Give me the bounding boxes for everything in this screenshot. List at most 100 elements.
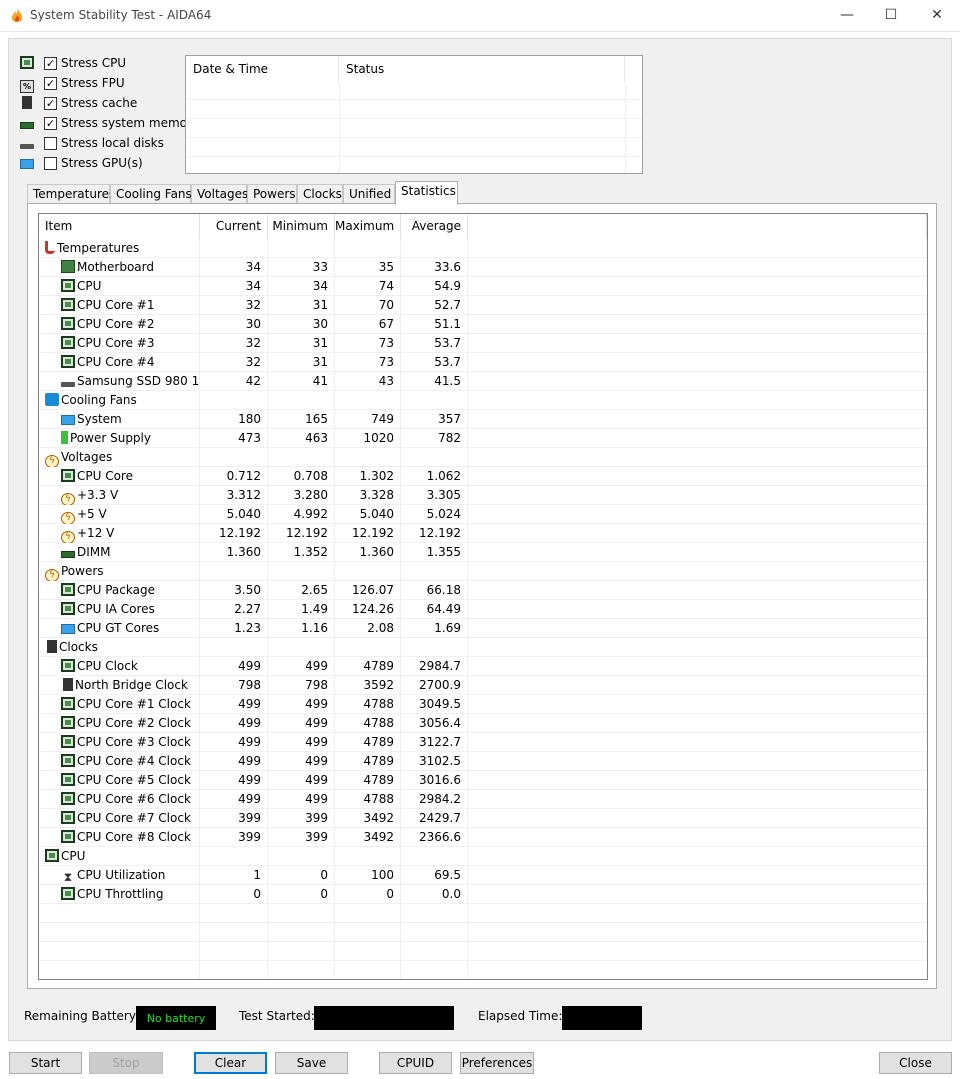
tab-cooling-fans[interactable]: Cooling Fans (110, 184, 192, 204)
table-row[interactable]: ϟ +12 V 12.192 12.192 12.192 12.192 (39, 524, 927, 543)
tab-powers[interactable]: Powers (247, 184, 297, 204)
save-button[interactable]: Save (275, 1052, 348, 1074)
maximum-cell: 35 (335, 258, 401, 277)
header-current[interactable]: Current (200, 214, 268, 239)
statistics-table[interactable]: Item Current Minimum Maximum Average Tem… (38, 213, 928, 980)
table-row[interactable]: DIMM 1.360 1.352 1.360 1.355 (39, 543, 927, 562)
tab-clocks[interactable]: Clocks (297, 184, 343, 204)
stress-checkbox[interactable] (44, 136, 57, 150)
start-button[interactable]: Start (9, 1052, 82, 1074)
item-name: CPU Throttling (77, 887, 164, 901)
table-row[interactable]: CPU GT Cores 1.23 1.16 2.08 1.69 (39, 619, 927, 638)
table-row[interactable]: CPU 34 34 74 54.9 (39, 277, 927, 296)
table-row[interactable]: ϟ +5 V 5.040 4.992 5.040 5.024 (39, 505, 927, 524)
stress-checkbox[interactable] (44, 156, 57, 170)
maximum-cell: 3592 (335, 676, 401, 695)
stress-checkbox[interactable]: ✓ (44, 116, 57, 130)
item-cell: Power Supply (39, 429, 200, 448)
group-row[interactable]: Clocks (39, 638, 927, 657)
stress-option-1[interactable]: % ✓ Stress FPU (20, 74, 125, 93)
average-cell: 1.69 (401, 619, 468, 638)
header-maximum[interactable]: Maximum (335, 214, 401, 239)
cpu-icon (61, 811, 77, 825)
group-row[interactable]: ϟ Powers (39, 562, 927, 581)
stress-option-3[interactable]: ✓ Stress system memory (20, 114, 199, 132)
close-button[interactable]: Close (879, 1052, 952, 1074)
maximum-cell: 43 (335, 372, 401, 391)
stress-checkbox[interactable]: ✓ (44, 76, 57, 90)
table-row[interactable]: Motherboard 34 33 35 33.6 (39, 258, 927, 277)
group-row[interactable]: Temperatures (39, 239, 927, 258)
table-row[interactable]: CPU Core #8 Clock 399 399 3492 2366.6 (39, 828, 927, 847)
table-row[interactable]: CPU Throttling 0 0 0 0.0 (39, 885, 927, 904)
average-cell: 3016.6 (401, 771, 468, 790)
table-row[interactable]: CPU Core #7 Clock 399 399 3492 2429.7 (39, 809, 927, 828)
table-row[interactable]: CPU Clock 499 499 4789 2984.7 (39, 657, 927, 676)
item-name: Samsung SSD 980 1TB (77, 374, 200, 388)
header-item[interactable]: Item (39, 214, 200, 239)
stress-option-0[interactable]: ✓ Stress CPU (20, 54, 126, 72)
cpu-icon (61, 355, 77, 369)
stress-checkbox[interactable]: ✓ (44, 56, 57, 70)
table-row[interactable]: Power Supply 473 463 1020 782 (39, 429, 927, 448)
minimum-cell: 4.992 (268, 505, 335, 524)
table-row[interactable]: System 180 165 749 357 (39, 410, 927, 429)
preferences-button[interactable]: Preferences (460, 1052, 534, 1074)
group-row[interactable]: ϟ Voltages (39, 448, 927, 467)
table-row[interactable]: CPU Core 0.712 0.708 1.302 1.062 (39, 467, 927, 486)
stress-option-5[interactable]: Stress GPU(s) (20, 154, 143, 172)
table-row[interactable]: CPU Core #6 Clock 499 499 4788 2984.2 (39, 790, 927, 809)
item-cell: CPU Core #3 (39, 334, 200, 353)
group-row[interactable]: CPU (39, 847, 927, 866)
cpu-icon (61, 583, 77, 597)
log-table[interactable]: Date & Time Status (185, 55, 643, 174)
group-row[interactable]: Cooling Fans (39, 391, 927, 410)
minimize-button[interactable]: — (824, 0, 870, 30)
table-row[interactable]: CPU Core #2 Clock 499 499 4788 3056.4 (39, 714, 927, 733)
table-row[interactable]: CPU Core #4 32 31 73 53.7 (39, 353, 927, 372)
item-cell: Cooling Fans (39, 391, 200, 410)
table-row[interactable]: CPU Core #2 30 30 67 51.1 (39, 315, 927, 334)
item-cell: CPU Throttling (39, 885, 200, 904)
stop-button[interactable]: Stop (89, 1052, 163, 1074)
clear-button[interactable]: Clear (194, 1052, 267, 1074)
close-window-button[interactable]: ✕ (914, 0, 960, 30)
maximum-cell (335, 562, 401, 581)
stress-label: Stress GPU(s) (61, 156, 143, 170)
tab-unified[interactable]: Unified (343, 184, 395, 204)
table-row[interactable]: ⧗ CPU Utilization 1 0 100 69.5 (39, 866, 927, 885)
table-row[interactable]: CPU Core #3 32 31 73 53.7 (39, 334, 927, 353)
table-row[interactable]: CPU Core #1 Clock 499 499 4788 3049.5 (39, 695, 927, 714)
average-cell: 69.5 (401, 866, 468, 885)
tab-temperatures[interactable]: Temperatures (27, 184, 115, 204)
table-row[interactable]: CPU Core #1 32 31 70 52.7 (39, 296, 927, 315)
table-row[interactable]: CPU Core #5 Clock 499 499 4789 3016.6 (39, 771, 927, 790)
table-row[interactable]: Samsung SSD 980 1TB42414341.5 (39, 372, 927, 391)
header-average[interactable]: Average (401, 214, 468, 239)
table-row[interactable]: CPU IA Cores 2.27 1.49 124.26 64.49 (39, 600, 927, 619)
tab-statistics[interactable]: Statistics (395, 181, 458, 205)
average-cell: 41.5 (401, 372, 468, 391)
table-row[interactable]: CPU Package 3.50 2.65 126.07 66.18 (39, 581, 927, 600)
cpu-icon (61, 317, 77, 331)
title-bar[interactable]: System Stability Test - AIDA64 — ☐ ✕ (0, 0, 960, 32)
maximum-cell: 3492 (335, 828, 401, 847)
cpu-icon (61, 830, 77, 844)
stress-option-4[interactable]: Stress local disks (20, 134, 164, 152)
table-row[interactable]: ϟ +3.3 V 3.312 3.280 3.328 3.305 (39, 486, 927, 505)
stress-option-2[interactable]: ✓ Stress cache (20, 94, 137, 112)
item-cell: CPU Core #1 (39, 296, 200, 315)
maximize-button[interactable]: ☐ (868, 0, 914, 30)
cpu-icon (61, 469, 77, 483)
stress-checkbox[interactable]: ✓ (44, 96, 57, 110)
log-header-status[interactable]: Status (339, 56, 625, 82)
cpu-chip-icon (20, 56, 36, 70)
tab-voltages[interactable]: Voltages (191, 184, 248, 204)
minimum-cell (268, 391, 335, 410)
header-minimum[interactable]: Minimum (268, 214, 335, 239)
table-row[interactable]: North Bridge Clock 798 798 3592 2700.9 (39, 676, 927, 695)
table-row[interactable]: CPU Core #4 Clock 499 499 4789 3102.5 (39, 752, 927, 771)
cpuid-button[interactable]: CPUID (379, 1052, 452, 1074)
log-header-date[interactable]: Date & Time (186, 56, 339, 82)
table-row[interactable]: CPU Core #3 Clock 499 499 4789 3122.7 (39, 733, 927, 752)
